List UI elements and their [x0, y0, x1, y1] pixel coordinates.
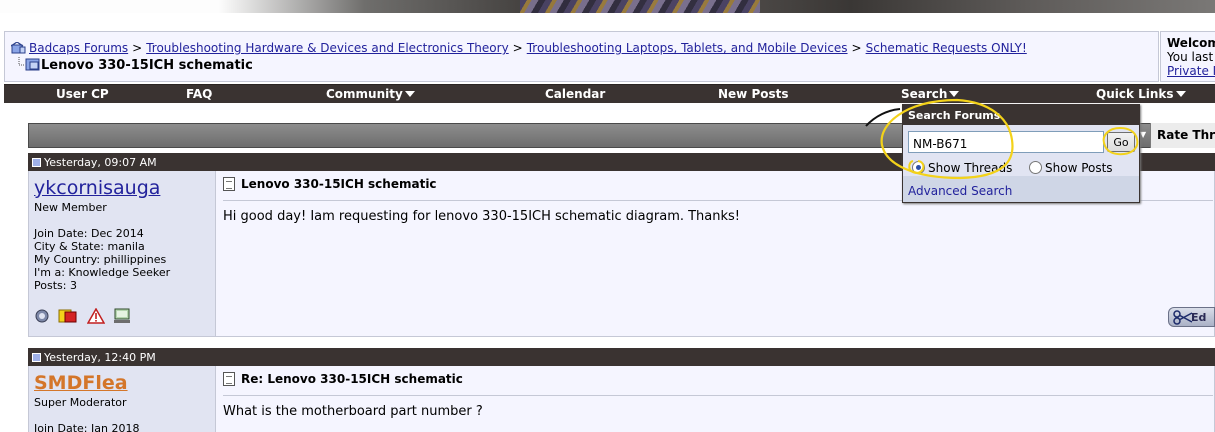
post-old-icon — [32, 353, 41, 362]
forum-home-icon[interactable] — [11, 42, 26, 54]
nav-new-posts[interactable]: New Posts — [718, 87, 789, 101]
user-role: I'm a: Knowledge Seeker — [34, 266, 171, 279]
nav-calendar[interactable]: Calendar — [545, 87, 605, 101]
welcome-box: Welcom You last Private M — [1160, 31, 1215, 82]
tree-branch-icon — [18, 57, 40, 71]
post-count: Posts: 3 — [34, 279, 77, 292]
post: SMDFlea Super Moderator Join Date: Jan 2… — [28, 366, 1215, 432]
post-message: What is the motherboard part number ? — [223, 404, 483, 419]
radio-show-posts[interactable]: Show Posts — [1029, 161, 1113, 175]
nav-label: Community — [326, 87, 403, 101]
post-title: Lenovo 330-15ICH schematic — [223, 177, 437, 191]
main-navigation: User CP FAQ Community Calendar New Posts… — [4, 84, 1215, 103]
user-title: Super Moderator — [34, 396, 127, 409]
nav-label: New Posts — [718, 87, 789, 101]
breadcrumb-separator: > — [512, 41, 523, 55]
nav-community[interactable]: Community — [326, 87, 415, 101]
radio-selected-icon — [912, 161, 925, 174]
report-post-icon[interactable] — [86, 307, 105, 327]
user-details: Join Date: Dec 2014 City & State: manila… — [34, 227, 215, 292]
breadcrumb-link-laptops[interactable]: Troubleshooting Laptops, Tablets, and Mo… — [527, 41, 848, 55]
user-badges — [35, 307, 136, 327]
post-title-text: Re: Lenovo 330-15ICH schematic — [241, 372, 463, 386]
post-header: Yesterday, 12:40 PM — [28, 348, 1215, 366]
post-title: Re: Lenovo 330-15ICH schematic — [223, 372, 463, 386]
radio-show-threads[interactable]: Show Threads — [912, 161, 1012, 175]
post-message: Hi good day! Iam requesting for lenovo 3… — [223, 209, 741, 224]
offline-status-icon — [35, 309, 49, 326]
page-title: Lenovo 330-15ICH schematic — [15, 57, 253, 73]
nav-quick-links[interactable]: Quick Links — [1096, 87, 1186, 101]
site-banner — [0, 0, 1215, 30]
username-link[interactable]: SMDFlea — [34, 372, 215, 394]
post-date: Yesterday, 12:40 PM — [44, 351, 156, 364]
rate-thread-menu[interactable]: Rate Threa — [1150, 123, 1215, 148]
nav-label: FAQ — [186, 87, 213, 101]
rate-thread-label: Rate Threa — [1157, 128, 1215, 142]
nav-search[interactable]: Search — [901, 87, 960, 101]
username-link[interactable]: ykcornisauga — [34, 177, 215, 199]
document-icon — [223, 177, 235, 191]
join-date: Join Date: Dec 2014 — [34, 227, 144, 240]
document-icon — [223, 372, 235, 386]
search-input[interactable] — [908, 131, 1104, 153]
breadcrumb-separator: > — [851, 41, 862, 55]
user-title: New Member — [34, 201, 107, 214]
welcome-title: Welcom — [1167, 36, 1215, 50]
dropdown-arrow-icon — [404, 91, 415, 97]
search-form: Go Show Threads Show Posts — [903, 125, 1139, 176]
radio-unselected-icon — [1029, 161, 1042, 174]
post-date: Yesterday, 09:07 AM — [44, 156, 157, 169]
user-info-pane: ykcornisauga New Member Join Date: Dec 2… — [29, 171, 216, 336]
breadcrumb-link-schematic-requests[interactable]: Schematic Requests ONLY! — [866, 41, 1027, 55]
breadcrumb-link-home[interactable]: Badcaps Forums — [29, 41, 128, 55]
breadcrumb-box: Badcaps Forums > Troubleshooting Hardware … — [4, 31, 1159, 82]
nav-label: User CP — [56, 87, 109, 101]
scissors-icon — [1173, 310, 1193, 325]
dropdown-arrow-icon — [1175, 91, 1186, 97]
message-pane: Re: Lenovo 330-15ICH schematic What is t… — [217, 366, 1214, 432]
city-state: City & State: manila — [34, 240, 145, 253]
thread-title: Lenovo 330-15ICH schematic — [41, 58, 253, 73]
banner-art — [520, 0, 760, 13]
join-date: Join Date: Jan 2018 — [34, 422, 140, 432]
user-info-pane: SMDFlea Super Moderator Join Date: Jan 2… — [29, 366, 216, 432]
dropdown-arrow-icon: ▼ — [1140, 130, 1147, 139]
breadcrumb-separator: > — [132, 41, 143, 55]
nav-faq[interactable]: FAQ — [186, 87, 212, 101]
post-title-text: Lenovo 330-15ICH schematic — [241, 177, 437, 191]
breadcrumb-link-hardware[interactable]: Troubleshooting Hardware & Devices and E… — [146, 41, 508, 55]
nav-label: Quick Links — [1096, 87, 1174, 101]
radio-label: Show Threads — [928, 161, 1013, 175]
reputation-icon[interactable] — [58, 308, 78, 327]
divider — [223, 395, 1213, 396]
search-dropdown-title: Search Forums — [903, 105, 1139, 125]
post-old-icon — [32, 158, 41, 167]
search-go-button[interactable]: Go — [1107, 132, 1135, 152]
radio-label: Show Posts — [1045, 161, 1113, 175]
nav-label: Calendar — [545, 87, 606, 101]
advanced-search-link[interactable]: Advanced Search — [903, 176, 1139, 202]
nav-label: Search — [901, 87, 948, 101]
dropdown-arrow-icon — [949, 91, 960, 97]
search-dropdown: Search Forums Go Show Threads Show Posts… — [902, 104, 1140, 203]
user-details: Join Date: Jan 2018 — [34, 422, 215, 432]
ip-info-icon[interactable] — [113, 308, 131, 327]
breadcrumb: Badcaps Forums > Troubleshooting Hardware … — [11, 41, 1027, 55]
nav-user-cp[interactable]: User CP — [56, 87, 109, 101]
country: My Country: phillippines — [34, 253, 167, 266]
private-messages-link[interactable]: Private M — [1167, 64, 1215, 78]
last-visit-text: You last — [1167, 50, 1214, 64]
